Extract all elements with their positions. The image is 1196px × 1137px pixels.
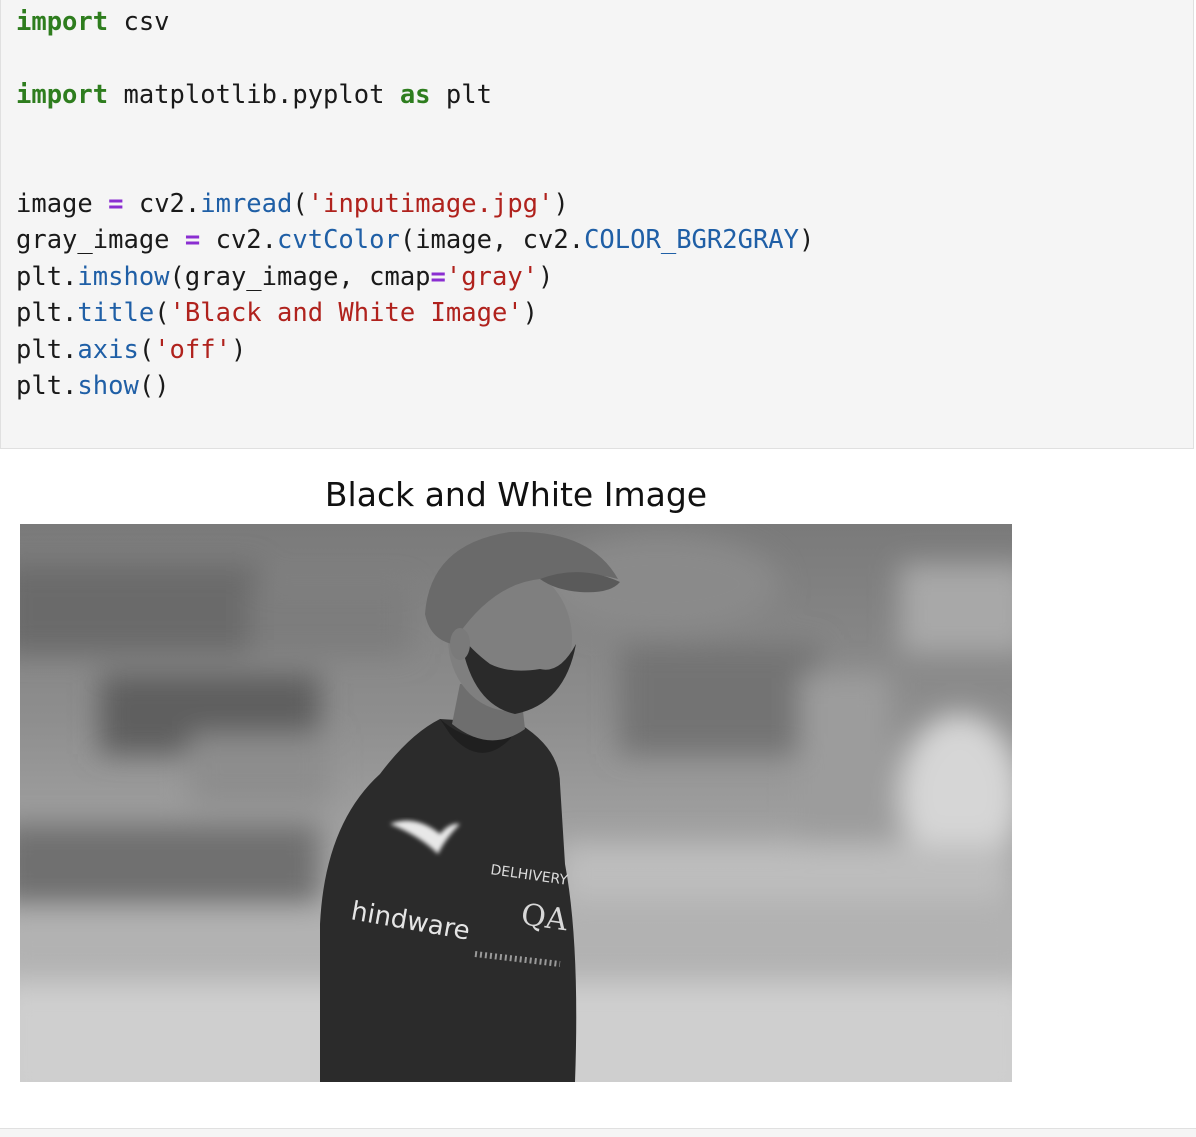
code-token: imread [200, 189, 293, 220]
code-line: gray_image = cv2.cvtColor(image, cv2.COL… [16, 222, 814, 258]
code-token: (image, cv2. [399, 225, 585, 256]
code-token: cv2. [200, 225, 278, 256]
code-token: matplotlib.pyplot [108, 79, 400, 110]
code-token: = [430, 261, 446, 292]
code-token: imshow [77, 261, 170, 292]
code-token: show [77, 371, 139, 402]
code-token: cv2. [123, 189, 201, 220]
code-line: plt.show() [16, 368, 814, 404]
output-area: Black and White Image hindware DELHIVERY… [0, 450, 1196, 1128]
code-line: plt.axis('off') [16, 332, 814, 368]
code-token: ) [553, 189, 569, 220]
code-token: 'gray' [445, 261, 539, 292]
code-token: = [108, 189, 124, 220]
code-token: title [77, 298, 155, 329]
code-token: () [138, 371, 170, 402]
code-token: ) [799, 225, 815, 256]
code-token: ) [230, 334, 247, 365]
code-token: gray_image [16, 225, 185, 256]
code-token: COLOR_BGR2GRAY [584, 225, 800, 256]
plot-title: Black and White Image [324, 475, 708, 514]
code-line: import csv [16, 4, 814, 40]
code-token: ( [138, 334, 155, 365]
code-token: plt. [16, 334, 78, 365]
code-token: import [16, 79, 109, 110]
code-cell[interactable]: import csv import matplotlib.pyplot as p… [0, 0, 1194, 449]
code-token: plt. [16, 261, 78, 292]
code-token: import [16, 7, 109, 37]
code-token: ( [154, 298, 170, 329]
code-token: cvtColor [277, 225, 400, 256]
code-token: 'inputimage.jpg' [307, 189, 554, 220]
code-line: plt.title('Black and White Image') [16, 295, 814, 331]
code-token: plt. [16, 298, 78, 329]
code-token: image [16, 189, 109, 220]
code-token: as [399, 79, 431, 110]
code-token: = [184, 225, 201, 256]
code-token: csv [108, 7, 170, 37]
code-line: image = cv2.imread('inputimage.jpg') [16, 186, 814, 222]
code-token: ( [292, 189, 308, 220]
code-token: ) [538, 261, 554, 292]
code-token: axis [77, 334, 139, 365]
code-editor[interactable]: import csv import matplotlib.pyplot as p… [16, 4, 814, 404]
code-token: 'Black and White Image' [169, 298, 523, 329]
code-token: ) [522, 298, 539, 329]
code-token: plt. [16, 371, 78, 402]
grayscale-image: hindware DELHIVERY QA [20, 524, 1012, 1082]
code-line: plt.imshow(gray_image, cmap='gray') [16, 259, 814, 295]
code-token: (gray_image, cmap [169, 261, 431, 292]
svg-text:QA: QA [519, 897, 570, 938]
code-token: 'off' [154, 334, 231, 365]
code-line: import matplotlib.pyplot as plt [16, 77, 814, 113]
code-token: plt [430, 79, 492, 110]
